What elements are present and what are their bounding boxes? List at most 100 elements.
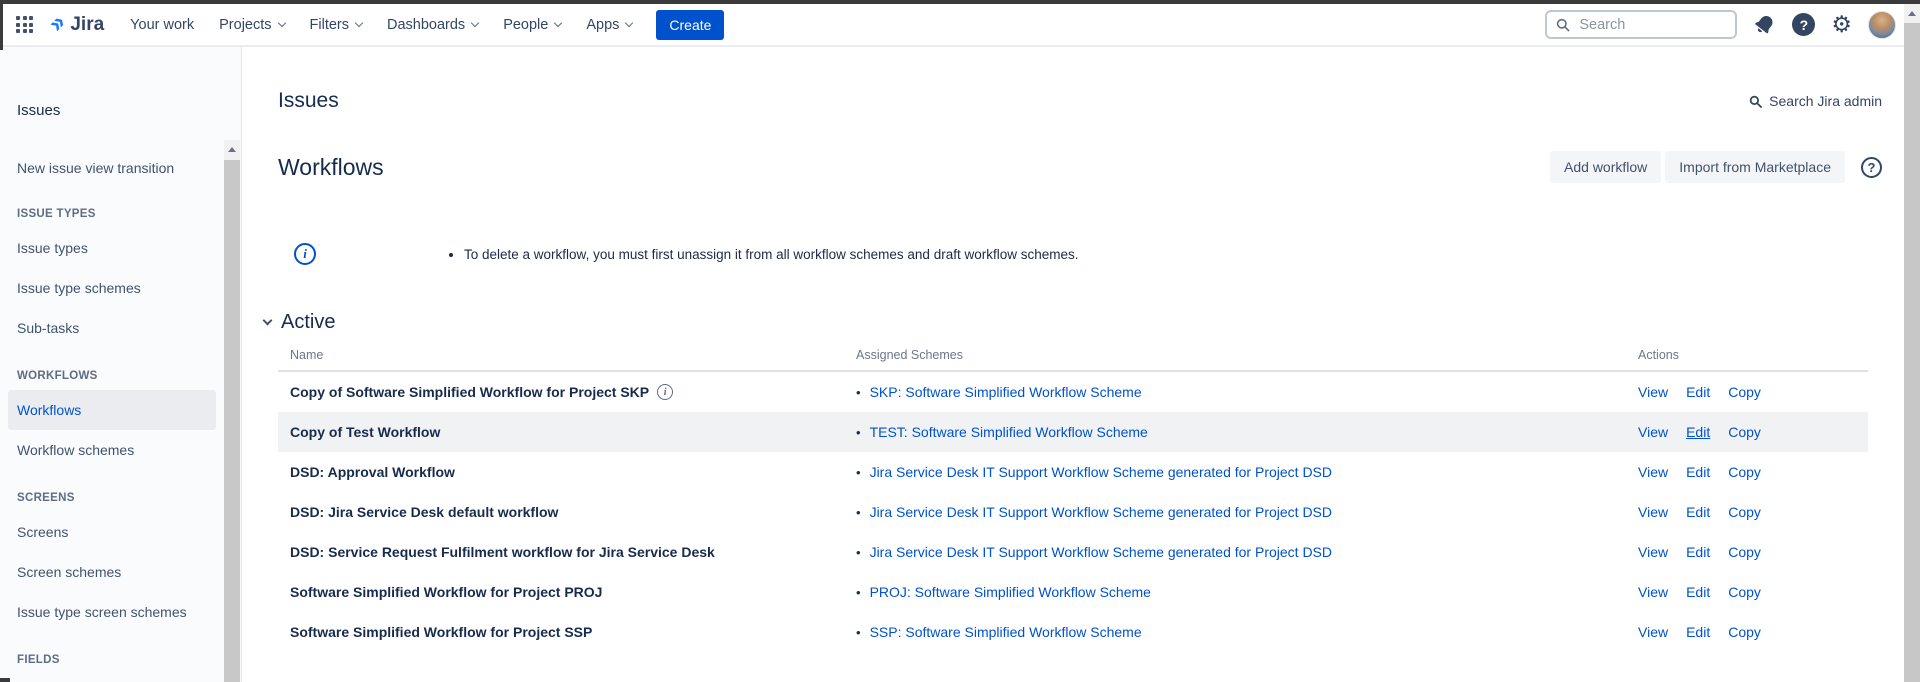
column-header-assigned-schemes: Assigned Schemes — [856, 348, 1638, 362]
workflow-name-cell: Software Simplified Workflow for Project… — [278, 584, 856, 600]
help-button[interactable]: ? — [1792, 13, 1815, 36]
window-bottom-edge — [0, 678, 10, 682]
row-actions-cell: View Edit Copy — [1638, 464, 1868, 480]
sidebar-item-sub-tasks[interactable]: Sub-tasks — [0, 308, 241, 348]
workflow-name-cell: Software Simplified Workflow for Project… — [278, 624, 856, 640]
info-message-text: To delete a workflow, you must first una… — [464, 247, 1079, 262]
assigned-scheme-link[interactable]: Jira Service Desk IT Support Workflow Sc… — [870, 544, 1332, 560]
search-icon — [1555, 17, 1571, 33]
sidebar-item-issue-types[interactable]: Issue types — [0, 228, 241, 268]
sidebar-item-screen-schemes[interactable]: Screen schemes — [0, 552, 241, 592]
nav-item-people[interactable]: People — [501, 13, 563, 37]
sidebar-section-screens: SCREENS — [17, 492, 241, 506]
global-search-input[interactable]: Search — [1545, 10, 1737, 39]
edit-link[interactable]: Edit — [1686, 504, 1710, 520]
view-link[interactable]: View — [1638, 624, 1668, 640]
sidebar-item-screens[interactable]: Screens — [0, 512, 241, 552]
copy-link[interactable]: Copy — [1728, 384, 1761, 400]
edit-link[interactable]: Edit — [1686, 384, 1710, 400]
search-jira-admin-link[interactable]: Search Jira admin — [1748, 93, 1882, 109]
sidebar-item-workflows[interactable]: Workflows — [8, 390, 216, 430]
assigned-scheme-cell: •PROJ: Software Simplified Workflow Sche… — [856, 584, 1638, 600]
jira-logo-mark-icon: » — [44, 11, 69, 36]
chevron-down-icon — [471, 18, 479, 26]
copy-link[interactable]: Copy — [1728, 464, 1761, 480]
user-avatar[interactable] — [1868, 11, 1896, 39]
settings-gear-icon[interactable]: ⚙ — [1831, 13, 1852, 36]
page-scrollbar[interactable] — [1904, 4, 1920, 682]
info-icon[interactable]: i — [657, 384, 673, 400]
sidebar-section-issue-types: ISSUE TYPES — [17, 208, 241, 222]
workflow-name: Copy of Test Workflow — [290, 424, 440, 440]
assigned-scheme-link[interactable]: PROJ: Software Simplified Workflow Schem… — [870, 584, 1151, 600]
assigned-scheme-link[interactable]: SSP: Software Simplified Workflow Scheme — [870, 624, 1142, 640]
bullet-icon: • — [856, 385, 861, 400]
table-header-row: Name Assigned Schemes Actions — [278, 348, 1868, 372]
edit-link[interactable]: Edit — [1686, 584, 1710, 600]
table-row: Software Simplified Workflow for Project… — [278, 612, 1868, 652]
jira-logo-text: Jira — [70, 14, 104, 36]
bell-icon — [1749, 8, 1781, 40]
bullet-icon: • — [856, 545, 861, 560]
copy-link[interactable]: Copy — [1728, 624, 1761, 640]
import-from-marketplace-button[interactable]: Import from Marketplace — [1665, 151, 1845, 183]
nav-item-your-work[interactable]: Your work — [128, 13, 196, 37]
view-link[interactable]: View — [1638, 424, 1668, 440]
jira-logo[interactable]: » Jira — [51, 14, 104, 36]
sidebar-item-issue-type-schemes[interactable]: Issue type schemes — [0, 268, 241, 308]
nav-item-label: Filters — [310, 17, 349, 33]
info-message: i To delete a workflow, you must first u… — [278, 243, 1882, 265]
sidebar-scrollbar-up-arrow[interactable] — [224, 140, 240, 158]
edit-link[interactable]: Edit — [1686, 544, 1710, 560]
view-link[interactable]: View — [1638, 504, 1668, 520]
nav-item-projects[interactable]: Projects — [217, 13, 286, 37]
sidebar-item-workflow-schemes[interactable]: Workflow schemes — [0, 430, 241, 470]
view-link[interactable]: View — [1638, 544, 1668, 560]
app-switcher-icon[interactable] — [16, 16, 33, 33]
view-link[interactable]: View — [1638, 384, 1668, 400]
info-icon: i — [294, 243, 316, 265]
nav-item-label: People — [503, 17, 548, 33]
sidebar-section-items: Issue typesIssue type schemesSub-tasks — [0, 228, 241, 348]
copy-link[interactable]: Copy — [1728, 424, 1761, 440]
active-section-toggle[interactable]: Active — [264, 311, 1882, 334]
chevron-down-icon — [625, 18, 633, 26]
sidebar-item-issue-type-screen-schemes[interactable]: Issue type screen schemes — [0, 592, 241, 632]
edit-link[interactable]: Edit — [1686, 424, 1710, 440]
assigned-scheme-link[interactable]: TEST: Software Simplified Workflow Schem… — [870, 424, 1148, 440]
row-actions-cell: View Edit Copy — [1638, 424, 1868, 440]
assigned-scheme-link[interactable]: Jira Service Desk IT Support Workflow Sc… — [870, 464, 1332, 480]
page-help-icon[interactable]: ? — [1861, 157, 1882, 178]
copy-link[interactable]: Copy — [1728, 584, 1761, 600]
nav-item-apps[interactable]: Apps — [584, 13, 634, 37]
nav-item-dashboards[interactable]: Dashboards — [385, 13, 480, 37]
copy-link[interactable]: Copy — [1728, 544, 1761, 560]
nav-item-label: Dashboards — [387, 17, 465, 33]
table-row: Copy of Test Workflow•TEST: Software Sim… — [278, 412, 1868, 452]
table-row: Copy of Software Simplified Workflow for… — [278, 372, 1868, 412]
assigned-scheme-link[interactable]: SKP: Software Simplified Workflow Scheme — [870, 384, 1142, 400]
view-link[interactable]: View — [1638, 464, 1668, 480]
column-header-actions: Actions — [1638, 348, 1868, 362]
assigned-scheme-cell: •Jira Service Desk IT Support Workflow S… — [856, 504, 1638, 520]
scrollbar-up-arrow[interactable] — [1904, 4, 1920, 22]
sidebar-item-new-issue-view-transition[interactable]: New issue view transition — [0, 148, 241, 188]
nav-item-filters[interactable]: Filters — [308, 13, 364, 37]
topnav-right-group: Search ? ⚙ — [1545, 10, 1910, 39]
assigned-scheme-link[interactable]: Jira Service Desk IT Support Workflow Sc… — [870, 504, 1332, 520]
search-jira-admin-label: Search Jira admin — [1769, 93, 1882, 109]
copy-link[interactable]: Copy — [1728, 504, 1761, 520]
add-workflow-button[interactable]: Add workflow — [1550, 151, 1661, 183]
sidebar-scrollbar-thumb[interactable] — [224, 160, 240, 682]
edit-link[interactable]: Edit — [1686, 464, 1710, 480]
scrollbar-thumb[interactable] — [1904, 23, 1920, 682]
create-button[interactable]: Create — [656, 10, 724, 40]
bullet-icon: • — [856, 625, 861, 640]
admin-sidebar: Issues New issue view transitionISSUE TY… — [0, 47, 242, 682]
workflow-name-cell: DSD: Approval Workflow — [278, 464, 856, 480]
sidebar-scrollbar[interactable] — [224, 140, 240, 682]
edit-link[interactable]: Edit — [1686, 624, 1710, 640]
view-link[interactable]: View — [1638, 584, 1668, 600]
sidebar-section-items: WorkflowsWorkflow schemes — [0, 390, 241, 470]
notifications-button[interactable] — [1753, 13, 1776, 36]
